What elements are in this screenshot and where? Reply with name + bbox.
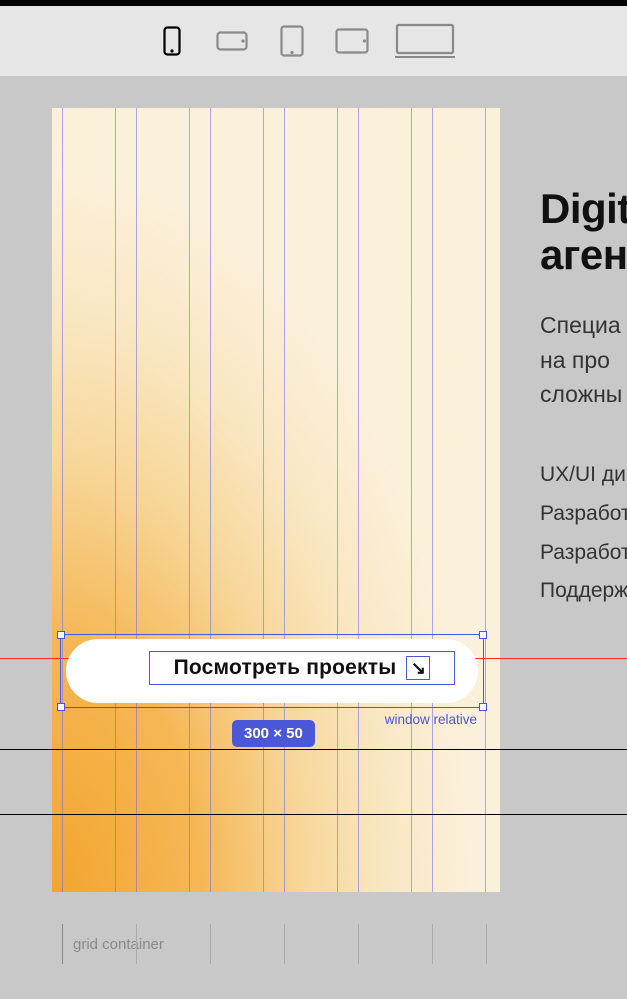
para-line: на про <box>540 347 610 373</box>
device-desktop[interactable] <box>395 24 455 58</box>
guide-line[interactable] <box>0 814 627 815</box>
device-tablet-landscape[interactable] <box>335 24 369 58</box>
device-phone-portrait[interactable] <box>155 24 189 58</box>
position-mode-label: window relative <box>385 712 477 727</box>
resize-handle-bl[interactable] <box>57 703 65 711</box>
grid-container-tick <box>432 924 433 964</box>
para-line: сложны <box>540 381 622 407</box>
para-line: Специа <box>540 312 621 338</box>
arrow-down-right-icon: ↘ <box>406 656 430 680</box>
list-item: Разработ <box>540 495 627 534</box>
selection-outline-inner[interactable]: Посмотреть проекты ↘ <box>149 651 455 685</box>
hero-paragraph: Специа на про сложны <box>540 308 627 412</box>
grid-container-bar <box>62 924 63 964</box>
device-tablet-portrait[interactable] <box>275 24 309 58</box>
grid-container-tick <box>284 924 285 964</box>
resize-handle-br[interactable] <box>479 703 487 711</box>
selection-outline-outer[interactable]: Посмотреть проекты ↘ window relative <box>60 634 484 708</box>
grid-container-tick <box>210 924 211 964</box>
device-toolbar <box>0 6 627 76</box>
hero-heading: Digit агент <box>540 186 627 278</box>
heading-line-1: Digit <box>540 185 627 232</box>
grid-container-tick <box>486 924 487 964</box>
grid-container-tick <box>136 924 137 964</box>
editor-canvas[interactable]: Digit агент Специа на про сложны UX/UI д… <box>0 76 627 999</box>
grid-container-label: grid container <box>73 936 164 953</box>
grid-container-tick <box>358 924 359 964</box>
device-phone-landscape[interactable] <box>215 24 249 58</box>
guide-line[interactable] <box>0 749 627 750</box>
list-item: Поддерж <box>540 572 627 611</box>
grid-container-indicator: grid container <box>62 924 490 964</box>
heading-line-2: агент <box>540 231 627 278</box>
list-item: Разработ <box>540 534 627 573</box>
cta-label: Посмотреть проекты <box>174 656 397 680</box>
resize-handle-tl[interactable] <box>57 631 65 639</box>
artboard[interactable] <box>52 108 500 892</box>
services-list: UX/UI ди Разработ Разработ Поддерж <box>540 456 627 611</box>
resize-handle-tr[interactable] <box>479 631 487 639</box>
hero-copy: Digit агент Специа на про сложны UX/UI д… <box>540 186 627 611</box>
selection-dimensions-badge: 300 × 50 <box>232 720 315 747</box>
list-item: UX/UI ди <box>540 456 627 495</box>
